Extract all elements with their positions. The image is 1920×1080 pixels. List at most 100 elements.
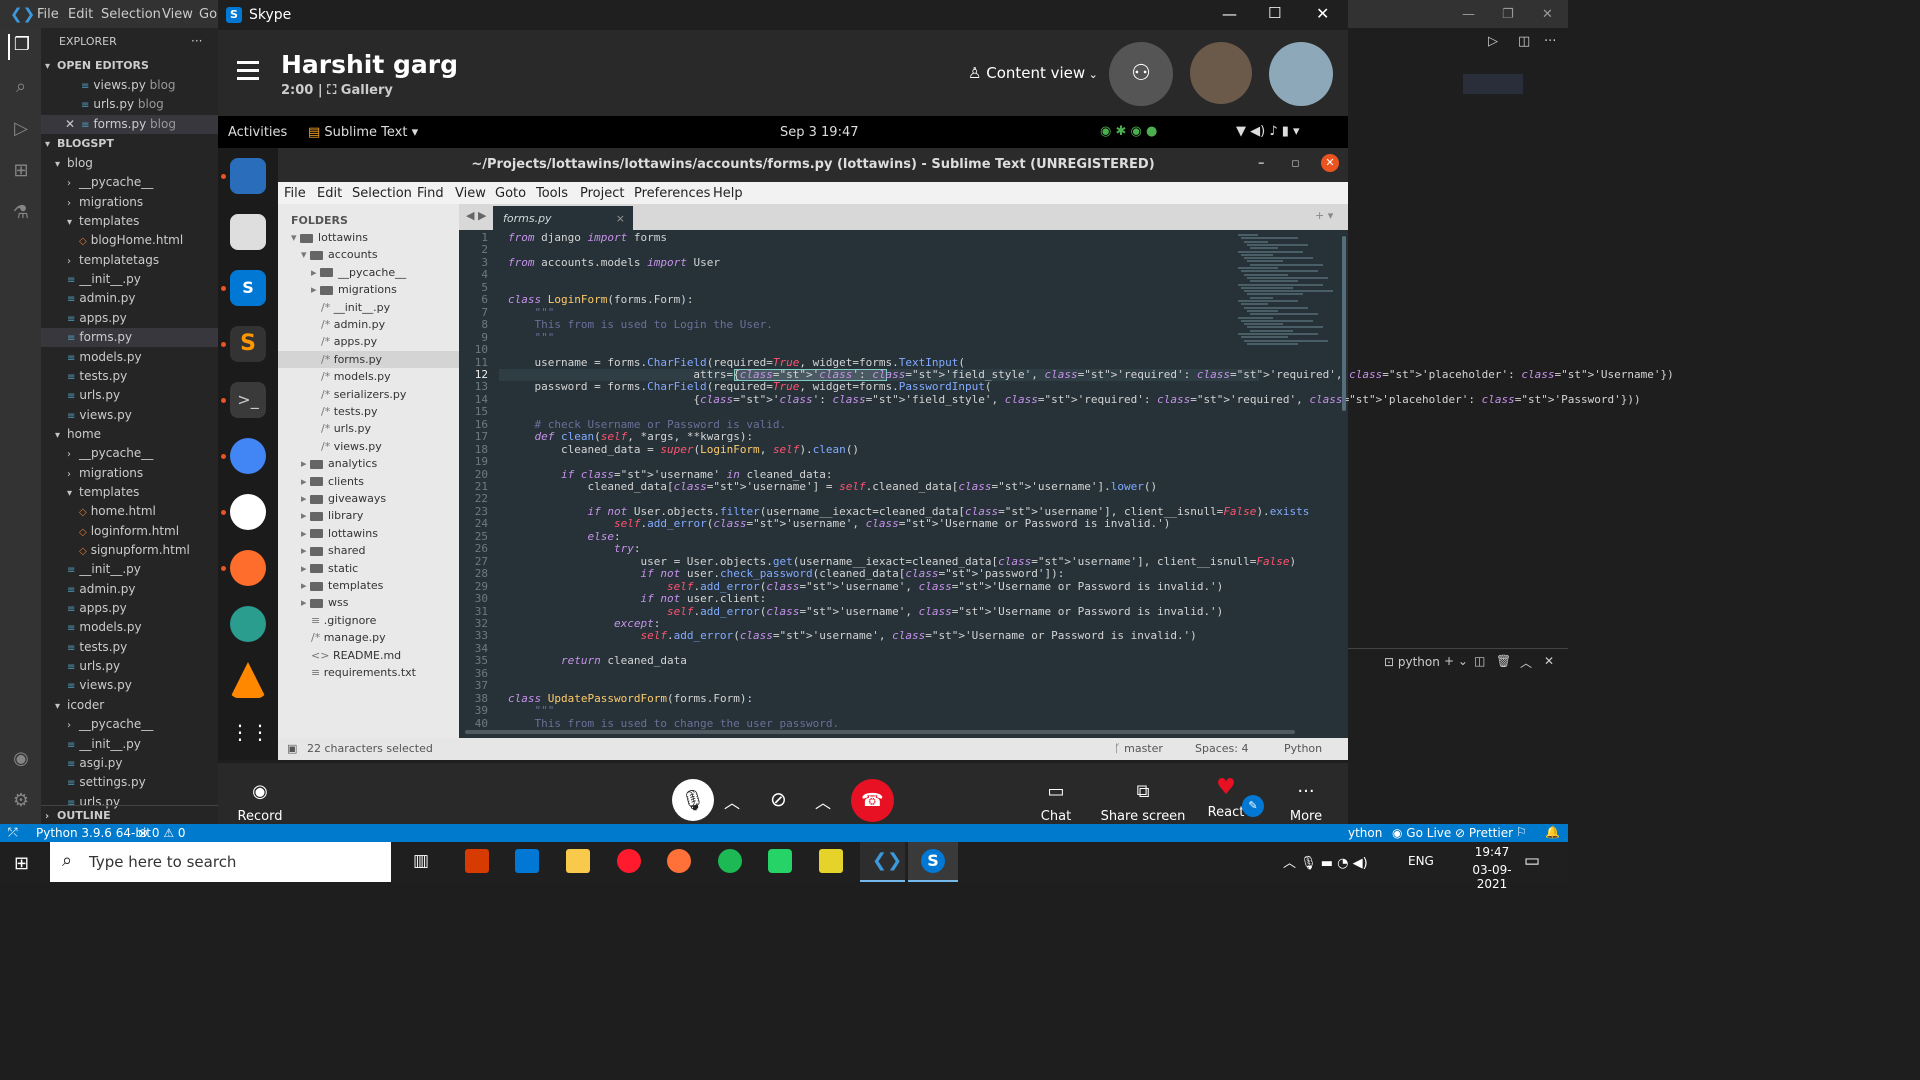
folder-item[interactable]: ▸ static [301, 560, 358, 577]
st-menu-file[interactable]: File [284, 186, 306, 201]
tree-file[interactable]: ≡ apps.py [41, 599, 218, 618]
photos-icon[interactable] [515, 849, 539, 873]
new-tab-icon[interactable]: + ▾ [1315, 209, 1333, 222]
open-editor-item[interactable]: ≡ views.py blog [41, 76, 218, 95]
tab-nav-arrows-icon[interactable]: ◀ ▶ [466, 209, 486, 222]
tree-file[interactable]: ≡ __init__.py [41, 735, 218, 754]
folder-item[interactable]: ▸ analytics [301, 455, 377, 472]
tree-folder[interactable]: › templatetags [41, 251, 218, 270]
tree-file[interactable]: ≡ urls.py [41, 386, 218, 405]
folder-item[interactable]: ▸ wss [301, 594, 349, 611]
file-item[interactable]: /* views.py [321, 438, 382, 455]
show-apps-icon[interactable]: ⋮⋮⋮ [230, 714, 290, 750]
opera-icon[interactable] [617, 849, 641, 873]
video-options-chevron-icon[interactable]: ︿ [815, 789, 831, 813]
file-item[interactable]: /* __init__.py [321, 299, 390, 316]
indentation-status[interactable]: Spaces: 4 [1195, 742, 1248, 755]
tree-file[interactable]: ≡ views.py [41, 406, 218, 425]
folder-item[interactable]: ▸ __pycache__ [311, 264, 406, 281]
tree-folder[interactable]: › migrations [41, 193, 218, 212]
file-item[interactable]: /* urls.py [321, 420, 371, 437]
tree-folder[interactable]: ▾ icoder [41, 696, 218, 715]
st-menu-help[interactable]: Help [713, 186, 743, 201]
git-branch[interactable]: ᚴ master [1114, 742, 1163, 755]
tree-folder[interactable]: › __pycache__ [41, 173, 218, 192]
menu-edit[interactable]: Edit [68, 7, 93, 22]
add-participant-icon[interactable]: ⚇ [1109, 42, 1173, 106]
tree-file[interactable]: ≡ views.py [41, 676, 218, 695]
record-button[interactable]: ◉ Record [230, 781, 290, 824]
content-view-dropdown[interactable]: ♙ Content view ⌄ [968, 64, 1098, 82]
taskbar-date[interactable]: 03-09-2021 [1458, 863, 1526, 891]
file-item[interactable]: /* tests.py [321, 403, 378, 420]
files-icon[interactable] [230, 214, 266, 250]
tree-file[interactable]: ≡ urls.py [41, 657, 218, 676]
postman-icon[interactable] [230, 550, 266, 586]
file-item[interactable]: /* models.py [321, 368, 391, 385]
activities-button[interactable]: Activities [228, 125, 287, 140]
firefox-icon[interactable] [667, 849, 691, 873]
thunderbird-icon[interactable] [230, 158, 266, 194]
terminal-icon[interactable]: >_ [230, 382, 266, 418]
store-icon[interactable] [465, 849, 489, 873]
vscode-close-icon[interactable]: ✕ [1542, 7, 1553, 22]
close-editor-icon[interactable]: ✕ [65, 117, 75, 131]
trash-icon[interactable]: 🗑 [1496, 654, 1511, 668]
st-menu-preferences[interactable]: Preferences [634, 186, 710, 201]
sublime-maximize-icon[interactable]: ▫ [1291, 156, 1300, 171]
status-python[interactable]: Python 3.9.6 64-bit [36, 826, 151, 840]
file-item[interactable]: ≡ requirements.txt [311, 664, 416, 681]
tree-file[interactable]: ≡ asgi.py [41, 754, 218, 773]
st-menu-goto[interactable]: Goto [495, 186, 526, 201]
feedback-icon[interactable]: ⚐ [1516, 825, 1527, 839]
st-menu-view[interactable]: View [455, 186, 486, 201]
st-menu-project[interactable]: Project [580, 186, 624, 201]
tree-file[interactable]: ◇ signupform.html [41, 541, 218, 560]
new-terminal-icon[interactable]: + ⌄ [1444, 654, 1468, 668]
more-button[interactable]: ··· More [1278, 781, 1334, 824]
taskbar-time[interactable]: 19:47 [1462, 845, 1522, 859]
file-item[interactable]: /* forms.py [278, 350, 459, 368]
tree-file[interactable]: ◇ blogHome.html [41, 231, 218, 250]
skype-close-icon[interactable]: ✕ [1316, 4, 1329, 23]
windows-start-icon[interactable]: ⊞ [14, 853, 29, 874]
hamburger-menu-icon[interactable] [237, 61, 259, 64]
file-item[interactable]: /* manage.py [311, 629, 386, 646]
folder-item[interactable]: ▸ shared [301, 542, 366, 559]
file-item[interactable]: /* apps.py [321, 333, 377, 350]
app-menu[interactable]: ▤ Sublime Text ▾ [308, 125, 418, 140]
skype-maximize-icon[interactable]: ☐ [1268, 4, 1281, 22]
open-editor-item[interactable]: ≡ urls.py blog [41, 95, 218, 114]
minimap[interactable] [1234, 234, 1338, 354]
run-debug-icon[interactable]: ▷ [8, 118, 34, 144]
menu-go[interactable]: Go [199, 7, 217, 22]
settings-gear-icon[interactable]: ⚙ [8, 790, 34, 816]
tree-file[interactable]: ≡ admin.py [41, 580, 218, 599]
input-language[interactable]: ENG [1408, 854, 1434, 868]
maximize-panel-icon[interactable]: ︿ [1520, 654, 1532, 671]
file-explorer-icon[interactable] [566, 849, 590, 873]
participant-avatar[interactable] [1190, 42, 1252, 104]
tree-file[interactable]: ≡ __init__.py [41, 560, 218, 579]
st-menu-edit[interactable]: Edit [317, 186, 342, 201]
sublime-minimize-icon[interactable]: – [1258, 156, 1265, 171]
close-panel-icon[interactable]: ✕ [1544, 654, 1554, 668]
video-off-button[interactable]: ⊘ [770, 787, 787, 811]
file-item[interactable]: /* admin.py [321, 316, 385, 333]
tray-icons[interactable]: ◉ ✱ ◉ ● [1100, 124, 1157, 139]
atom-icon[interactable] [230, 606, 266, 642]
menu-view[interactable]: View [162, 7, 193, 22]
status-problems[interactable]: ⊗ 0 ⚠ 0 [138, 826, 186, 840]
tree-file[interactable]: ≡ forms.py [41, 328, 218, 348]
menu-selection[interactable]: Selection [101, 7, 161, 22]
tree-folder[interactable]: ▾ home [41, 425, 218, 444]
share-screen-button[interactable]: ⧉ Share screen [1098, 781, 1188, 824]
tree-folder[interactable]: ▾ blog [41, 154, 218, 173]
folder-item[interactable]: ▸ giveaways [301, 490, 386, 507]
tree-folder[interactable]: › __pycache__ [41, 715, 218, 734]
terminal-python-tab[interactable]: ⊡ python [1384, 655, 1440, 669]
folder-item[interactable]: ▸ clients [301, 473, 364, 490]
project-header[interactable]: ▾ BLOGSPT [41, 134, 218, 153]
account-icon[interactable]: ◉ [8, 748, 34, 774]
status-lang[interactable]: ython [1348, 826, 1382, 840]
